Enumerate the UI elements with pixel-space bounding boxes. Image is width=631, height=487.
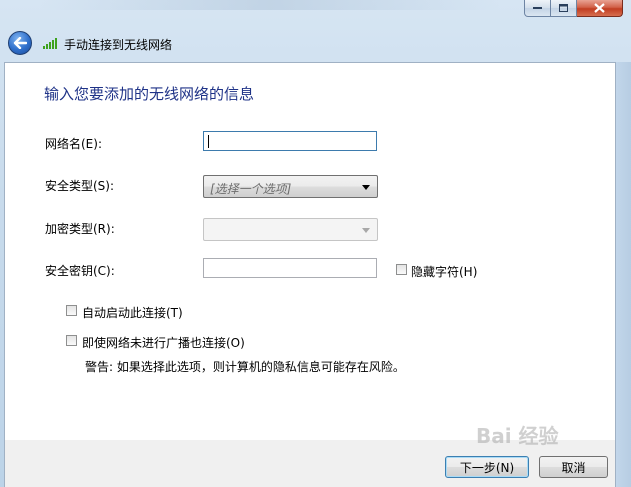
- text-caret: [208, 135, 209, 148]
- connect-hidden-label: 即使网络未进行广播也连接(O): [82, 336, 245, 350]
- minimize-icon: [532, 7, 542, 9]
- title-bar-blur: [40, 0, 500, 10]
- security-type-value: [选择一个选项]: [210, 182, 292, 196]
- network-name-label: 网络名(E):: [45, 137, 102, 151]
- network-name-input[interactable]: [203, 131, 377, 151]
- button-bar: 下一步(N) 取消: [4, 440, 616, 487]
- navigation-bar: 手动连接到无线网络: [0, 28, 631, 60]
- privacy-warning: 警告: 如果选择此选项，则计算机的隐私信息可能存在风险。: [85, 360, 405, 374]
- security-type-dropdown[interactable]: [选择一个选项]: [203, 175, 378, 198]
- minimize-button[interactable]: [524, 0, 551, 17]
- caption-buttons: [524, 0, 623, 17]
- hide-chars-checkbox[interactable]: [396, 264, 407, 275]
- connect-hidden-checkbox[interactable]: [66, 335, 77, 346]
- encryption-type-label: 加密类型(R):: [45, 222, 115, 236]
- auto-start-checkbox[interactable]: [66, 305, 77, 316]
- wireless-signal-icon: [43, 38, 57, 49]
- security-key-input[interactable]: [203, 258, 377, 278]
- dropdown-arrow-icon: [362, 185, 370, 190]
- auto-start-label: 自动启动此连接(T): [82, 306, 183, 320]
- cancel-button[interactable]: 取消: [539, 456, 608, 478]
- security-type-label: 安全类型(S):: [45, 179, 115, 193]
- maximize-icon: [558, 3, 568, 12]
- close-button[interactable]: [577, 0, 623, 17]
- dropdown-arrow-icon: [362, 228, 370, 233]
- back-arrow-icon: [13, 37, 27, 49]
- next-button[interactable]: 下一步(N): [445, 456, 529, 478]
- close-icon: [594, 3, 605, 13]
- window-title: 手动连接到无线网络: [64, 38, 173, 52]
- encryption-type-dropdown[interactable]: [203, 218, 378, 241]
- security-key-label: 安全密钥(C):: [45, 264, 115, 278]
- content-panel: 输入您要添加的无线网络的信息 网络名(E): 安全类型(S): [选择一个选项]…: [4, 62, 616, 440]
- hide-chars-label: 隐藏字符(H): [411, 265, 478, 279]
- back-button[interactable]: [8, 31, 32, 55]
- page-heading: 输入您要添加的无线网络的信息: [44, 85, 255, 103]
- maximize-button[interactable]: [551, 0, 577, 17]
- window-right-border: [616, 62, 631, 487]
